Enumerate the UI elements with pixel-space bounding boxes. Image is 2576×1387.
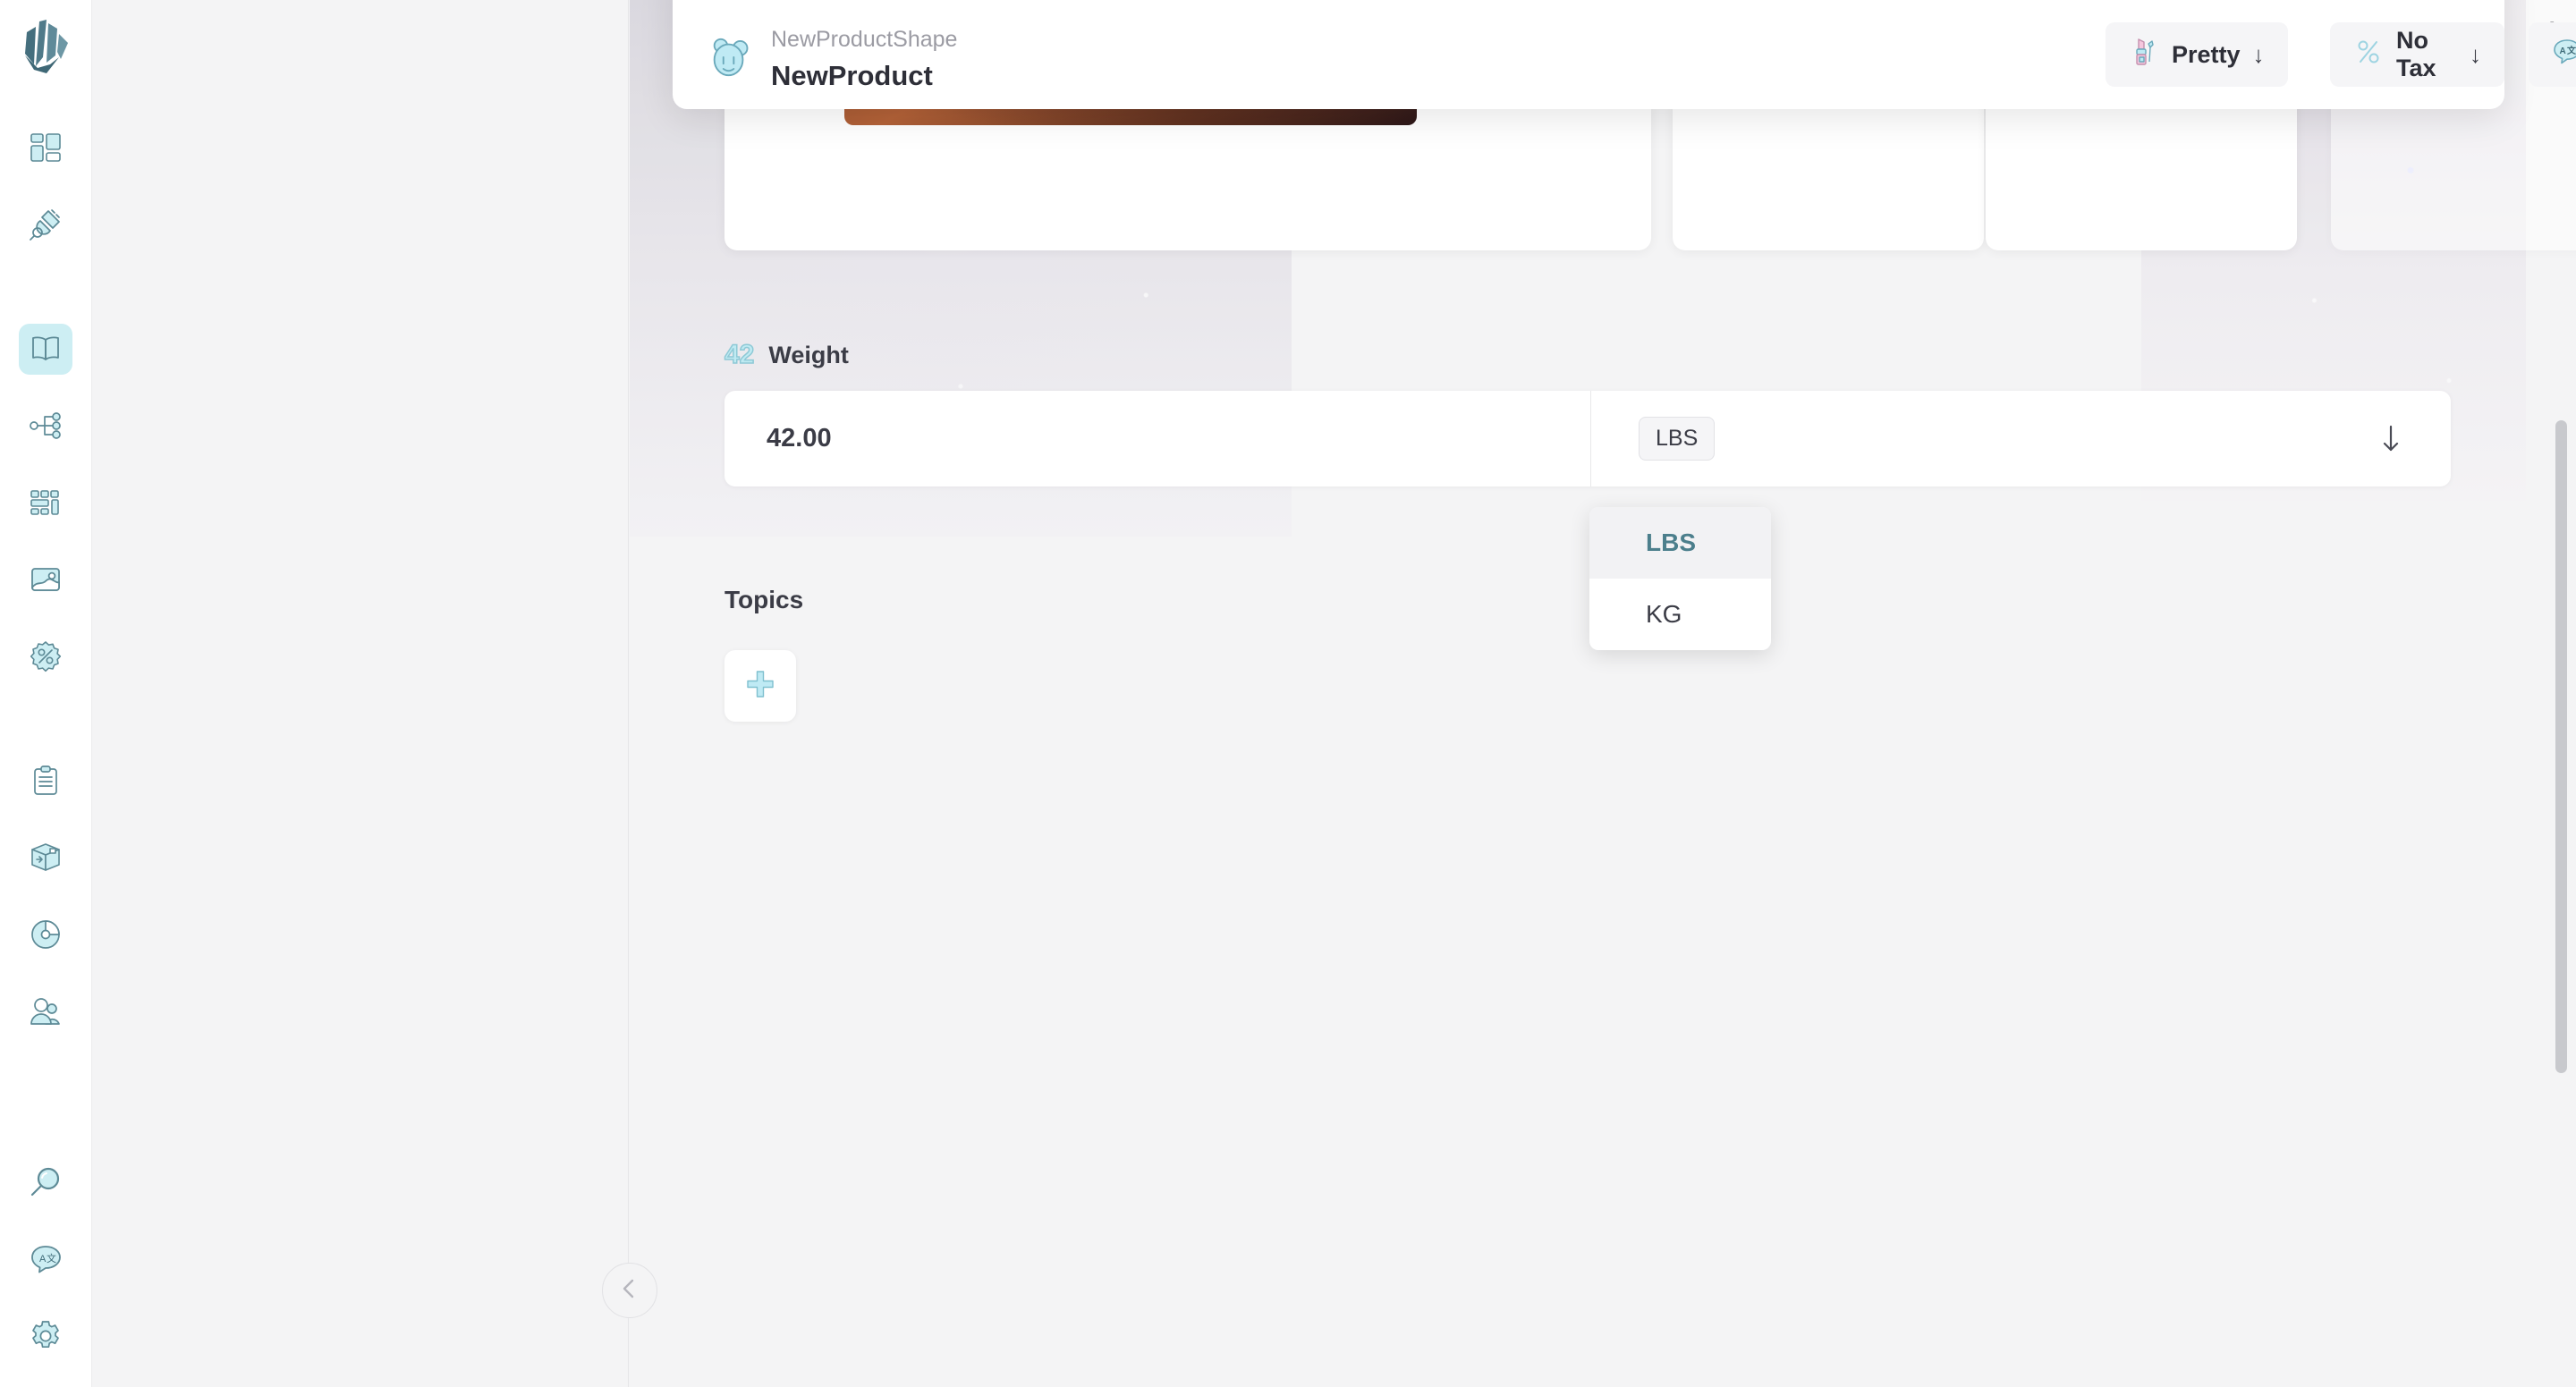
discount-badge-icon xyxy=(29,639,63,673)
percent-icon xyxy=(2353,37,2384,73)
app-root: eur varstorytest-166065750… eur a-unique… xyxy=(0,0,2576,1387)
svg-text:A: A xyxy=(39,1254,47,1264)
chevron-left-icon xyxy=(618,1277,641,1305)
weight-unit-cell[interactable]: LBS xyxy=(1590,391,2451,486)
svg-text:文: 文 xyxy=(2567,45,2576,56)
sidebar-item-discounts[interactable] xyxy=(19,630,72,682)
translate-icon: A 文 xyxy=(29,1242,63,1276)
sidebar-item-grids[interactable] xyxy=(19,477,72,529)
pretty-selector-button[interactable]: Pretty ↓ xyxy=(2106,22,2288,87)
icon-rail: A 文 xyxy=(0,0,92,1387)
arrow-down-icon[interactable] xyxy=(2377,424,2404,454)
sidebar-item-media[interactable] xyxy=(19,554,72,605)
number-42-icon: 42 xyxy=(724,339,755,370)
hierarchy-tree-icon xyxy=(29,409,63,443)
catalogue-panel xyxy=(92,0,629,1387)
grid-layout-icon xyxy=(29,486,63,520)
sidebar-item-search[interactable] xyxy=(19,1157,72,1209)
translate-bubble-icon: A 文 xyxy=(2552,37,2576,73)
crystallize-logo[interactable] xyxy=(20,20,72,75)
tax-selector-button[interactable]: No Tax ↓ xyxy=(2330,22,2504,87)
plus-icon xyxy=(745,669,775,704)
chevron-down-icon: ↓ xyxy=(2470,40,2481,68)
product-header-modal: NewProductShape NewProduct Pretty ↓ No T… xyxy=(673,0,2576,109)
sidebar-item-orders[interactable] xyxy=(19,755,72,807)
sidebar-item-customers[interactable] xyxy=(19,985,72,1037)
pretty-label: Pretty xyxy=(2172,40,2241,68)
book-catalogue-icon xyxy=(29,332,63,366)
dashboard-grid-icon xyxy=(29,131,63,165)
collapse-panel-button[interactable] xyxy=(602,1263,657,1318)
search-icon xyxy=(29,1165,63,1199)
image-media-icon xyxy=(29,562,63,596)
sidebar-item-dashboard[interactable] xyxy=(19,122,72,173)
dropdown-option-lbs[interactable]: LBS xyxy=(1589,507,1771,579)
sidebar-item-integrations[interactable] xyxy=(19,199,72,250)
gear-settings-icon xyxy=(29,1319,63,1353)
add-topic-button[interactable] xyxy=(724,650,796,722)
sidebar-item-analytics[interactable] xyxy=(19,909,72,960)
sidebar-item-settings[interactable] xyxy=(19,1310,72,1362)
tax-label: No Tax xyxy=(2396,27,2436,81)
weight-label-text: Weight xyxy=(768,341,849,368)
package-box-icon xyxy=(29,841,63,875)
sidebar-item-shipping[interactable] xyxy=(19,832,72,884)
chevron-down-icon: ↓ xyxy=(2252,40,2265,68)
topics-section-title: Topics xyxy=(724,586,804,613)
weight-value-input[interactable]: 42.00 xyxy=(724,391,1590,486)
people-customers-icon xyxy=(29,994,63,1028)
weight-unit-chip[interactable]: LBS xyxy=(1639,417,1716,461)
weight-field-label: 42 Weight xyxy=(724,339,849,370)
weight-unit-dropdown[interactable]: LBS KG xyxy=(1589,507,1771,650)
scrollbar-thumb[interactable] xyxy=(2555,420,2567,1073)
clipboard-orders-icon xyxy=(29,764,63,798)
sidebar-item-catalogue[interactable] xyxy=(19,323,72,376)
sidebar-item-translate[interactable]: A 文 xyxy=(19,1233,72,1285)
svg-text:文: 文 xyxy=(47,1252,56,1264)
svg-text:A: A xyxy=(2560,47,2566,56)
product-name: NewProduct xyxy=(771,60,933,91)
language-selector-button[interactable]: A 文 English ↓ xyxy=(2529,22,2576,87)
lipstick-icon xyxy=(2129,37,2159,73)
plug-connector-icon xyxy=(29,207,63,241)
pie-chart-icon xyxy=(29,918,63,951)
product-shape-name: NewProductShape xyxy=(771,27,958,52)
mouse-avatar-icon xyxy=(707,34,753,80)
page-backdrop: eur varstorytest-166065750… eur a-unique… xyxy=(630,0,2576,1387)
vertical-scrollbar[interactable] xyxy=(2555,0,2572,1387)
sidebar-item-topics[interactable] xyxy=(19,400,72,452)
dropdown-option-kg[interactable]: KG xyxy=(1589,579,1771,650)
weight-field-row: 42.00 LBS xyxy=(724,391,2451,486)
